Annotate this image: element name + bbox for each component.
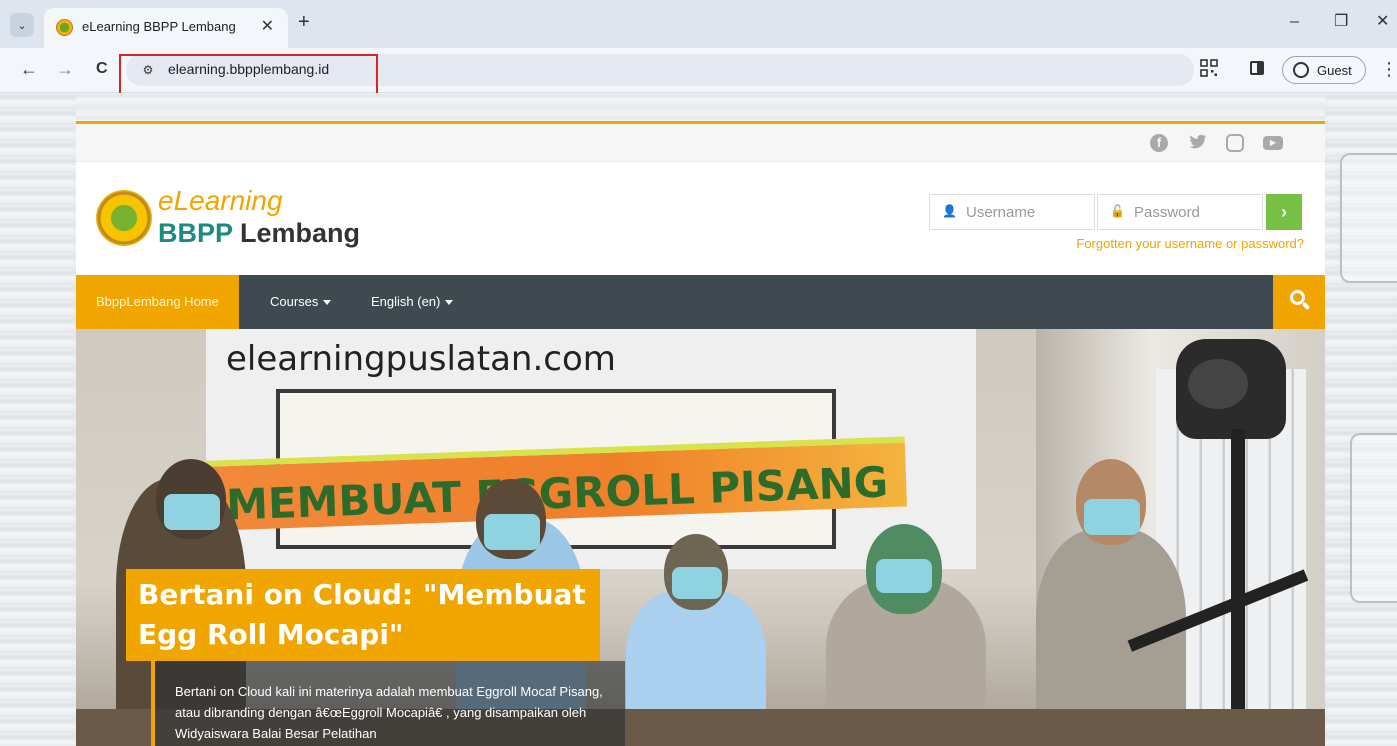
nav-item-language[interactable]: English (en) — [351, 275, 473, 329]
new-tab-button[interactable]: + — [298, 12, 310, 32]
hero-banner-text: elearningpuslatan.com — [226, 339, 616, 379]
caret-down-icon — [445, 300, 454, 306]
minimize-button[interactable]: – — [1290, 12, 1299, 32]
tab-close-icon[interactable]: ✕ — [261, 17, 274, 37]
browser-tab[interactable]: eLearning BBPP Lembang ✕ — [44, 8, 288, 48]
qr-code-icon[interactable] — [1200, 59, 1218, 77]
logo-title[interactable]: eLearning — [158, 186, 283, 216]
tripod — [1231, 429, 1245, 746]
face-mask — [484, 514, 540, 550]
camera-lens — [1188, 359, 1248, 409]
forward-button[interactable]: → — [56, 58, 74, 80]
main-navbar: BbppLembang Home Courses English (en) — [76, 275, 1325, 329]
password-field[interactable]: 🔓 — [1097, 194, 1263, 230]
face-mask — [876, 559, 932, 593]
tab-search-button[interactable]: ⌄ — [10, 13, 34, 37]
nav-home-label: BbppLembang Home — [96, 294, 219, 309]
back-button[interactable]: ← — [20, 58, 38, 80]
slide-caption-title[interactable]: Bertani on Cloud: "Membuat Egg Roll Moca… — [138, 575, 592, 655]
instagram-icon[interactable] — [1226, 134, 1244, 152]
nav-item-home[interactable]: BbppLembang Home — [76, 275, 239, 329]
window-close-button[interactable]: ✕ — [1376, 12, 1389, 32]
site-header: eLearning BBPP Lembang 👤 🔓 › Forgotten y… — [76, 162, 1325, 275]
background-decor — [1340, 153, 1397, 283]
social-bar: f ▶ — [76, 124, 1325, 162]
nav-courses-label: Courses — [270, 294, 319, 309]
hero-slide[interactable]: elearningpuslatan.com MEMBUAT EGGROLL PI… — [76, 329, 1325, 746]
face-mask — [164, 494, 220, 530]
chevron-down-icon: ⌄ — [17, 19, 27, 32]
reload-button[interactable]: C — [96, 58, 108, 80]
restore-button[interactable]: ❐ — [1334, 12, 1348, 32]
twitter-icon[interactable] — [1189, 134, 1207, 152]
background-wood-left — [0, 93, 76, 746]
logo-sub-bold: BBPP — [158, 218, 233, 248]
profile-icon — [1293, 62, 1309, 78]
face-mask — [1084, 499, 1140, 535]
profile-button[interactable]: Guest — [1282, 56, 1366, 84]
nav-search-button[interactable] — [1273, 275, 1325, 329]
caret-down-icon — [323, 300, 332, 306]
youtube-icon[interactable]: ▶ — [1263, 136, 1283, 150]
favicon-icon — [56, 19, 73, 36]
slide-caption-title-box[interactable]: Bertani on Cloud: "Membuat Egg Roll Moca… — [126, 569, 600, 661]
face-mask — [672, 567, 722, 599]
slide-caption-text: Bertani on Cloud kali ini materinya adal… — [175, 684, 603, 741]
browser-menu-icon[interactable]: ⋮ — [1380, 58, 1397, 80]
tab-strip: ⌄ eLearning BBPP Lembang ✕ + – ❐ ✕ — [0, 0, 1397, 48]
url-highlight-box — [119, 54, 378, 96]
facebook-icon[interactable]: f — [1150, 134, 1168, 152]
username-field[interactable]: 👤 — [929, 194, 1095, 230]
username-input[interactable] — [966, 201, 1086, 223]
tab-title: eLearning BBPP Lembang — [82, 19, 236, 34]
logo-emblem-icon[interactable] — [96, 190, 152, 246]
user-icon: 👤 — [942, 204, 957, 218]
profile-label: Guest — [1317, 63, 1352, 78]
logo-subtitle[interactable]: BBPP Lembang — [158, 218, 360, 248]
side-panel-icon[interactable] — [1250, 61, 1264, 75]
site-container: f ▶ eLearning BBPP Lembang 👤 🔓 › Forgott… — [76, 121, 1325, 746]
background-decor — [1350, 433, 1397, 603]
logo-sub-rest: Lembang — [232, 218, 361, 248]
nav-item-courses[interactable]: Courses — [250, 275, 351, 329]
nav-language-label: English (en) — [371, 294, 441, 309]
slide-caption-body: Bertani on Cloud kali ini materinya adal… — [151, 661, 625, 746]
login-submit-button[interactable]: › — [1266, 194, 1302, 230]
page-viewport: f ▶ eLearning BBPP Lembang 👤 🔓 › Forgott… — [0, 93, 1397, 746]
forgot-password-link[interactable]: Forgotten your username or password? — [1076, 236, 1304, 251]
lock-icon: 🔓 — [1110, 204, 1125, 218]
password-input[interactable] — [1134, 201, 1254, 223]
